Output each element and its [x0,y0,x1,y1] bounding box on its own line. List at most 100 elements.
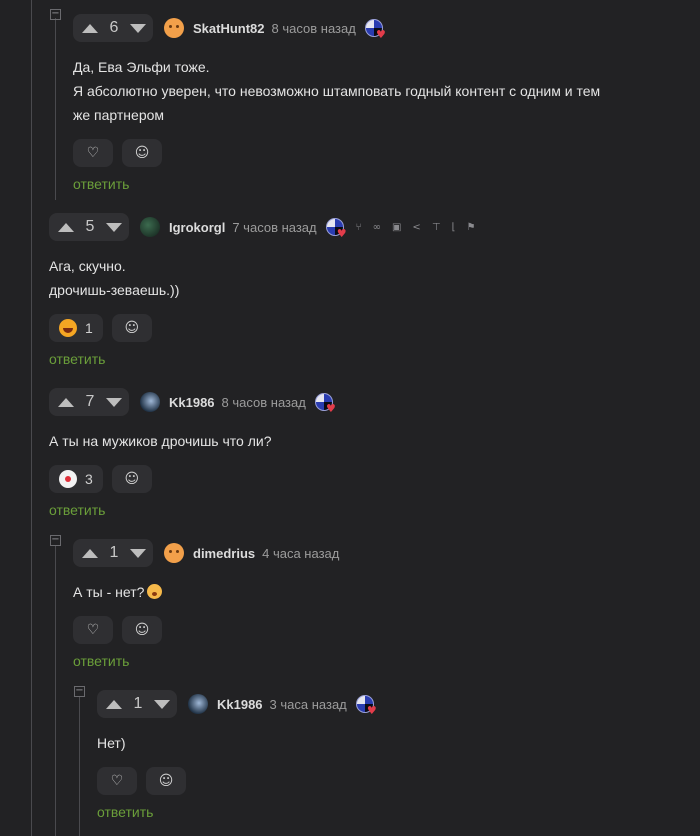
username[interactable]: dimedrius [193,546,255,561]
thread-line [79,696,80,836]
reaction-button[interactable]: 1 [49,314,103,342]
vote-count: 1 [133,695,143,712]
add-reaction-button[interactable]: ☺ [111,465,152,493]
timestamp[interactable]: 8 часов назад [272,21,356,36]
comment-header: 6 SkatHunt82 8 часов назад ♥ [73,14,600,42]
heart-icon: ♡ [86,622,100,638]
vote-widget: 1 [73,539,153,567]
comment-body: А ты на мужиков дрочишь что ли? [49,429,333,453]
comment-actions: ♡ ☺ [73,616,339,644]
add-reaction-button[interactable]: ☺ [122,616,162,644]
flag-icon[interactable]: ⚑ [466,222,475,233]
reply-link[interactable]: ответить [73,653,339,669]
upvote-icon[interactable] [106,699,122,709]
vote-widget: 6 [73,14,153,42]
award-badge-icon: ♥ [364,19,386,40]
heart-icon: ♡ [110,773,124,789]
pin-icon[interactable]: ⊤ [432,222,441,233]
reply-link[interactable]: ответить [49,351,475,367]
share-icon[interactable]: < [412,222,420,233]
like-button[interactable]: ♡ [97,767,137,795]
comment-line: же партнером [73,107,165,123]
smiley-plus-icon: ☺ [158,773,174,789]
comment-line: А ты - нет? [73,580,339,604]
laughing-emoji-icon [59,319,77,337]
upvote-icon[interactable] [58,397,74,407]
username[interactable]: Igrokorgl [169,220,225,235]
username[interactable]: SkatHunt82 [193,21,265,36]
reply-link[interactable]: ответить [73,176,600,192]
like-button[interactable]: ♡ [73,139,113,167]
branch-icon[interactable]: ⑂ [356,222,362,233]
thread-line [31,0,32,836]
comment-line: Да, Ева Эльфи тоже. [73,59,210,75]
comment-body: А ты - нет? [73,580,339,604]
comment-line: Ага, скучно. [49,258,126,274]
comment-actions: ♡ ☺ [73,139,600,167]
downvote-icon[interactable] [154,699,170,709]
award-badge-icon: ♥ [355,695,377,716]
add-reaction-button[interactable]: ☺ [111,314,152,342]
timestamp[interactable]: 4 часа назад [262,546,339,561]
vote-count: 6 [109,19,119,36]
save-icon[interactable]: ▣ [392,222,401,233]
timestamp[interactable]: 3 часа назад [270,697,347,712]
comment-header: 1 dimedrius 4 часа назад [73,539,339,567]
downvote-icon[interactable] [130,548,146,558]
thread-line [55,18,56,200]
comment: 6 SkatHunt82 8 часов назад ♥ Да, Ева Эль… [73,14,600,192]
vote-count: 5 [85,218,95,235]
comment: 5 Igrokorgl 7 часов назад ♥ ⑂ ∞ ▣ < ⊤ ⌊ … [49,213,475,367]
flushed-emoji-icon [147,584,163,599]
avatar[interactable] [140,392,160,412]
award-badge-icon: ♥ [314,393,336,414]
comment-actions: 3 ☺ [49,465,333,493]
vote-widget: 7 [49,388,129,416]
upvote-icon[interactable] [58,222,74,232]
collapse-toggle[interactable]: − [50,535,61,546]
link-icon[interactable]: ∞ [373,222,381,233]
collapse-toggle[interactable]: − [74,686,85,697]
upvote-icon[interactable] [82,23,98,33]
like-button[interactable]: ♡ [73,616,113,644]
comment-actions: ♡ ☺ [97,767,374,795]
upvote-icon[interactable] [82,548,98,558]
clown-emoji-icon [59,470,77,488]
avatar[interactable] [140,217,160,237]
comment-header: 5 Igrokorgl 7 часов назад ♥ ⑂ ∞ ▣ < ⊤ ⌊ … [49,213,475,241]
comment: 7 Kk1986 8 часов назад ♥ А ты на мужиков… [49,388,336,518]
comment-body: Ага, скучно. дрочишь-зеваешь.)) [49,254,475,302]
timestamp[interactable]: 7 часов назад [232,220,316,235]
username[interactable]: Kk1986 [217,697,263,712]
timestamp[interactable]: 8 часов назад [222,395,306,410]
comment-line: Нет) [97,735,126,751]
username[interactable]: Kk1986 [169,395,215,410]
add-reaction-button[interactable]: ☺ [146,767,186,795]
downvote-icon[interactable] [130,23,146,33]
comment-actions: 1 ☺ [49,314,475,342]
avatar[interactable] [188,694,208,714]
comment-body: Нет) [97,731,374,755]
comment-line: Я абсолютно уверен, что невозможно штамп… [73,83,601,99]
smiley-plus-icon: ☺ [124,320,140,336]
downvote-icon[interactable] [106,397,122,407]
avatar[interactable] [164,543,184,563]
reply-link[interactable]: ответить [97,804,374,820]
reaction-button[interactable]: 3 [49,465,103,493]
heart-icon: ♡ [86,145,100,161]
reply-link[interactable]: ответить [49,502,333,518]
smiley-plus-icon: ☺ [134,622,150,638]
sort-icon[interactable]: ⌊ [452,222,456,233]
add-reaction-button[interactable]: ☺ [122,139,162,167]
award-badge-icon: ♥ [325,218,347,239]
comment-header: 1 Kk1986 3 часа назад ♥ [97,690,377,718]
reaction-count: 1 [85,320,93,336]
downvote-icon[interactable] [106,222,122,232]
comment: 1 dimedrius 4 часа назад А ты - нет? ♡ ☺… [73,539,339,669]
collapse-toggle[interactable]: − [50,9,61,20]
comment-text: А ты - нет? [73,584,145,600]
comment-line: А ты на мужиков дрочишь что ли? [49,433,272,449]
vote-count: 1 [109,544,119,561]
thread-line [55,545,56,836]
avatar[interactable] [164,18,184,38]
